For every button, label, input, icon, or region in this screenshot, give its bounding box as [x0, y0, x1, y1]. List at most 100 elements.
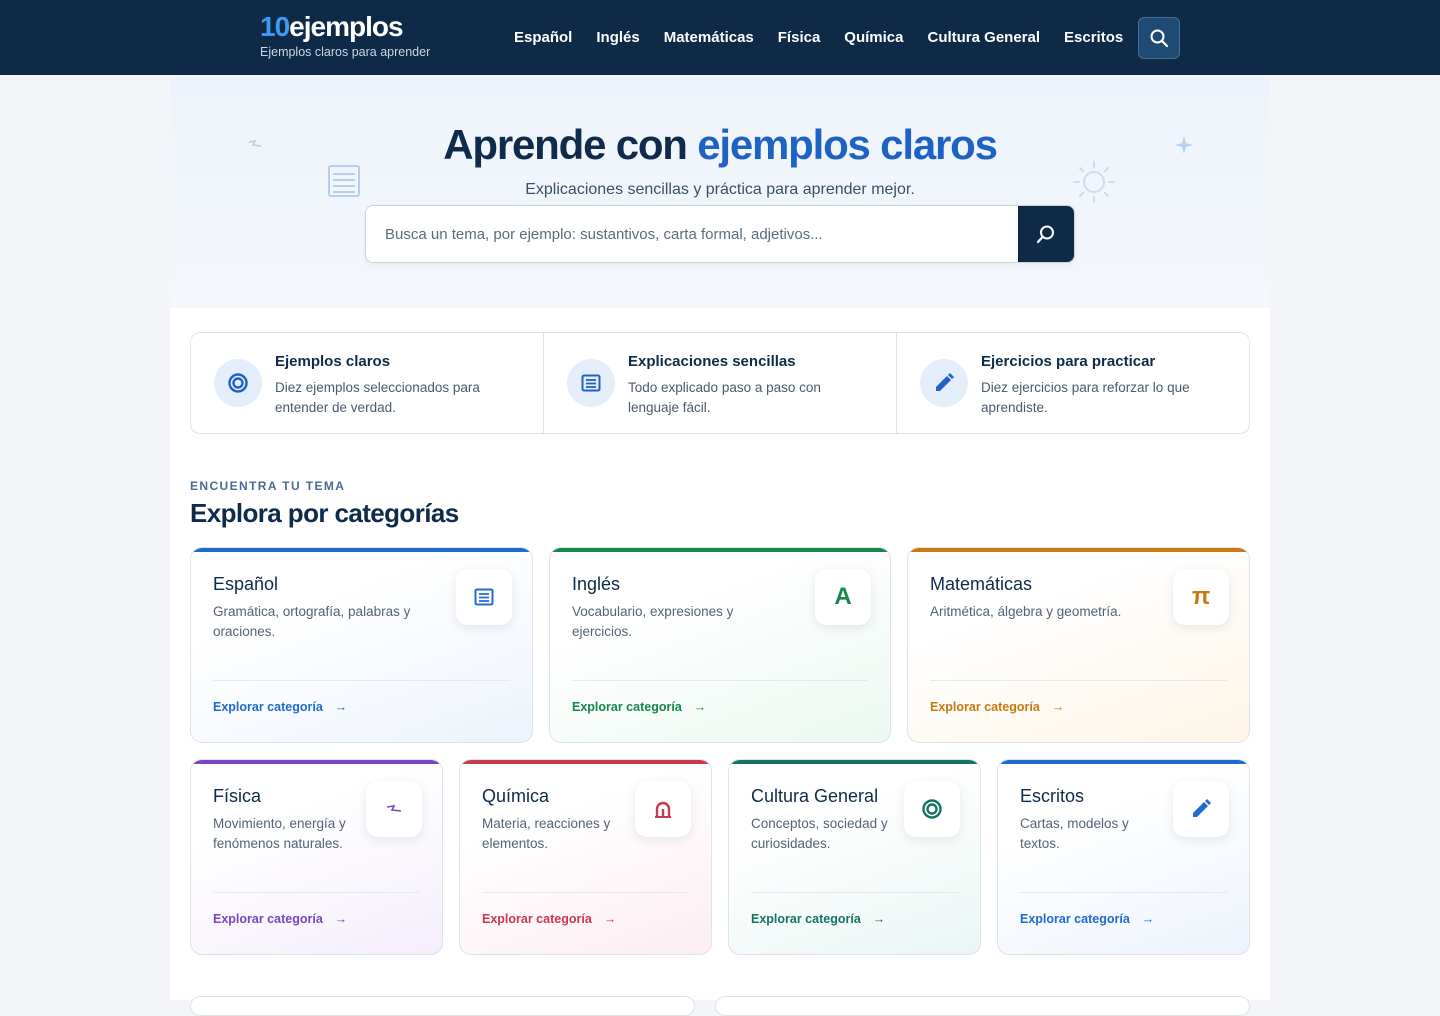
explore-link-label: Explorar categoría — [930, 700, 1040, 714]
explore-link-label: Explorar categoría — [482, 912, 592, 926]
lightning-icon — [366, 781, 422, 837]
main-nav: Español Inglés Matemáticas Física Químic… — [514, 0, 1147, 75]
globe-icon — [904, 781, 960, 837]
explore-link-label: Explorar categoría — [213, 700, 323, 714]
card-title: Matemáticas — [930, 574, 1033, 594]
hero: Aprende con ejemplos claros Explicacione… — [170, 75, 1270, 308]
explore-category-link[interactable]: Explorar categoría → — [213, 700, 347, 714]
card-divider — [1020, 892, 1227, 893]
arrow-right-icon: → — [603, 912, 617, 926]
card-accent-bar — [460, 760, 711, 764]
features-strip: Ejemplos claros Diez ejemplos selecciona… — [190, 332, 1250, 434]
explore-link-label: Explorar categoría — [751, 912, 861, 926]
feature-desc: Diez ejemplos seleccionados para entende… — [275, 380, 480, 415]
nav-link-escritos[interactable]: Escritos — [1064, 29, 1123, 46]
site-header: 10ejemplos Ejemplos claros para aprender… — [0, 0, 1440, 75]
feature-ejemplos-claros: Ejemplos claros Diez ejemplos selecciona… — [191, 333, 544, 433]
card-divider — [930, 680, 1227, 681]
card-title: Química — [482, 786, 550, 806]
arrow-right-icon: → — [872, 912, 886, 926]
hero-title-plain: Aprende con — [443, 121, 688, 168]
card-desc: Conceptos, sociedad y curiosidades. — [751, 816, 888, 851]
feature-explicaciones-sencillas: Explicaciones sencillas Todo explicado p… — [544, 333, 897, 433]
card-title: Escritos — [1020, 786, 1085, 806]
search-input[interactable] — [366, 206, 1018, 262]
hero-title-accent: ejemplos claros — [697, 121, 998, 168]
search-submit-button[interactable] — [1018, 206, 1074, 262]
logo-word: ejemplos — [289, 11, 403, 42]
card-desc: Cartas, modelos y textos. — [1020, 816, 1129, 851]
feature-desc: Todo explicado paso a paso con lenguaje … — [628, 380, 821, 415]
explore-category-link[interactable]: Explorar categoría → — [572, 700, 706, 714]
main-content: Aprende con ejemplos claros Explicacione… — [170, 75, 1270, 1016]
header-search-button[interactable] — [1138, 17, 1180, 59]
card-accent-bar — [191, 548, 532, 552]
card-title: Física — [213, 786, 262, 806]
category-card-cultura-general[interactable]: Cultura General Conceptos, sociedad y cu… — [728, 759, 981, 955]
section-title: Explora por categorías — [190, 498, 459, 528]
explore-link-label: Explorar categoría — [213, 912, 323, 926]
category-card-fisica[interactable]: Física Movimiento, energía y fenómenos n… — [190, 759, 443, 955]
arrow-right-icon: → — [334, 700, 348, 714]
category-card-quimica[interactable]: Química Materia, reacciones y elementos.… — [459, 759, 712, 955]
nav-link-ingles[interactable]: Inglés — [596, 29, 639, 46]
letter-a-icon: A — [815, 569, 871, 625]
card-accent-bar — [729, 760, 980, 764]
pi-icon: π — [1173, 569, 1229, 625]
card-desc: Movimiento, energía y fenómenos naturale… — [213, 816, 346, 851]
next-section-card — [190, 996, 695, 1016]
hero-subtitle: Explicaciones sencillas y práctica para … — [525, 181, 915, 198]
nav-link-matematicas[interactable]: Matemáticas — [664, 29, 754, 46]
arrow-right-icon: → — [693, 700, 707, 714]
pencil-icon — [920, 359, 968, 407]
logo-wordmark: 10ejemplos — [260, 11, 430, 43]
explore-link-label: Explorar categoría — [572, 700, 682, 714]
feature-title: Explicaciones sencillas — [628, 353, 796, 370]
hero-search — [365, 205, 1075, 263]
pencil-icon — [1173, 781, 1229, 837]
category-card-escritos[interactable]: Escritos Cartas, modelos y textos. Explo… — [997, 759, 1250, 955]
feature-title: Ejemplos claros — [275, 353, 391, 370]
category-card-ingles[interactable]: Inglés Vocabulario, expresiones y ejerci… — [549, 547, 891, 743]
nav-link-cultura-general[interactable]: Cultura General — [927, 29, 1040, 46]
search-icon — [1150, 29, 1169, 48]
card-divider — [751, 892, 958, 893]
explore-category-link[interactable]: Explorar categoría → — [751, 912, 885, 926]
card-desc: Gramática, ortografía, palabras y oracio… — [213, 604, 411, 639]
card-desc: Materia, reacciones y elementos. — [482, 816, 611, 851]
card-accent-bar — [908, 548, 1249, 552]
site-logo[interactable]: 10ejemplos Ejemplos claros para aprender — [260, 11, 430, 59]
card-accent-bar — [191, 760, 442, 764]
arrow-right-icon: → — [334, 912, 348, 926]
nav-link-espanol[interactable]: Español — [514, 29, 572, 46]
nav-link-fisica[interactable]: Física — [778, 29, 821, 46]
list-icon — [456, 569, 512, 625]
explore-category-link[interactable]: Explorar categoría → — [482, 912, 616, 926]
list-icon — [567, 359, 615, 407]
category-card-espanol[interactable]: Español Gramática, ortografía, palabras … — [190, 547, 533, 743]
card-title: Cultura General — [751, 786, 879, 806]
card-title: Inglés — [572, 574, 621, 594]
logo-tagline: Ejemplos claros para aprender — [260, 45, 431, 59]
flask-icon — [635, 781, 691, 837]
hero-title: Aprende con ejemplos claros — [170, 119, 1270, 171]
arrow-right-icon: → — [1051, 700, 1065, 714]
card-divider — [213, 892, 420, 893]
explore-category-link[interactable]: Explorar categoría → — [1020, 912, 1154, 926]
explore-category-link[interactable]: Explorar categoría → — [930, 700, 1064, 714]
target-icon — [214, 359, 262, 407]
feature-desc: Diez ejercicios para reforzar lo que apr… — [981, 380, 1190, 415]
search-icon — [1036, 225, 1054, 244]
nav-link-quimica[interactable]: Química — [844, 29, 903, 46]
card-divider — [572, 680, 868, 681]
card-divider — [213, 680, 510, 681]
category-card-matematicas[interactable]: Matemáticas Aritmética, álgebra y geomet… — [907, 547, 1250, 743]
feature-ejercicios: Ejercicios para practicar Diez ejercicio… — [897, 333, 1249, 433]
explore-link-label: Explorar categoría — [1020, 912, 1130, 926]
feature-title: Ejercicios para practicar — [981, 353, 1156, 370]
card-desc: Vocabulario, expresiones y ejercicios. — [572, 604, 734, 639]
logo-number: 10 — [260, 11, 290, 42]
card-desc: Aritmética, álgebra y geometría. — [930, 604, 1122, 619]
explore-category-link[interactable]: Explorar categoría → — [213, 912, 347, 926]
card-accent-bar — [550, 548, 890, 552]
